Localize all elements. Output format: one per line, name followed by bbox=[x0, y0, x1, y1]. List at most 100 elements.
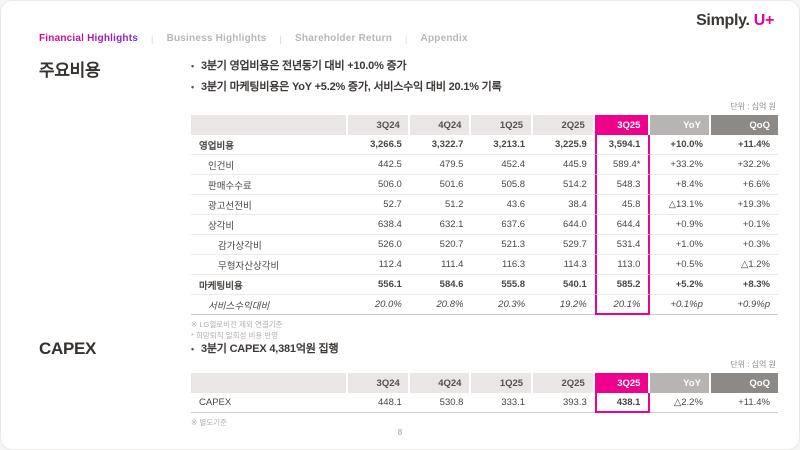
col-header-3q25-highlight: 3Q25 bbox=[595, 115, 651, 135]
cell: 555.8 bbox=[471, 275, 533, 295]
row-label: 상각비 bbox=[191, 215, 348, 235]
row-label: 광고선전비 bbox=[191, 195, 348, 215]
row-label: 인건비 bbox=[191, 155, 348, 175]
cell-yoy: +10.0% bbox=[650, 135, 710, 155]
col-header-3q25-highlight: 3Q25 bbox=[595, 373, 651, 393]
col-header-2q25: 2Q25 bbox=[533, 373, 595, 393]
cell: 445.9 bbox=[533, 155, 595, 175]
capex-table: 3Q24 4Q24 1Q25 2Q25 3Q25 YoY QoQ CAPEX 4… bbox=[191, 373, 778, 413]
table-row-capex: CAPEX 448.1 530.8 333.1 393.3 438.1 △2.2… bbox=[191, 393, 778, 413]
cell-highlight: 585.2 bbox=[595, 275, 651, 295]
nav-appendix[interactable]: Appendix bbox=[421, 33, 468, 44]
unit-label: 단위 : 십억 원 bbox=[191, 101, 776, 112]
cell: 521.3 bbox=[471, 235, 533, 255]
cell-qoq: +0.1% bbox=[711, 215, 778, 235]
col-header-4q24: 4Q24 bbox=[410, 373, 472, 393]
cell: 3,225.9 bbox=[533, 135, 595, 155]
bullet-text: 3분기 CAPEX 4,381억원 집행 bbox=[201, 341, 338, 358]
cell-qoq: +19.3% bbox=[711, 195, 778, 215]
col-header-yoy: YoY bbox=[650, 115, 710, 135]
unit-label: 단위 : 십억 원 bbox=[191, 359, 776, 370]
capex-table-header-row: 3Q24 4Q24 1Q25 2Q25 3Q25 YoY QoQ bbox=[191, 373, 778, 393]
footnote: ※ 별도기준 bbox=[191, 417, 778, 428]
col-header-3q24: 3Q24 bbox=[348, 373, 410, 393]
cell: 452.4 bbox=[471, 155, 533, 175]
cell: 19.2% bbox=[533, 295, 595, 315]
cell-yoy: +0.5% bbox=[650, 255, 710, 275]
cell: 644.0 bbox=[533, 215, 595, 235]
cell: 3,322.7 bbox=[410, 135, 472, 155]
capex-footnotes: ※ 별도기준 bbox=[191, 417, 778, 428]
table-row-operating-expenses: 영업비용 3,266.5 3,322.7 3,213.1 3,225.9 3,5… bbox=[191, 135, 778, 155]
cell: 638.4 bbox=[348, 215, 410, 235]
cell-yoy: +8.4% bbox=[650, 175, 710, 195]
cell: 501.6 bbox=[410, 175, 472, 195]
nav-separator: | bbox=[405, 34, 408, 44]
cell-highlight: 45.8 bbox=[595, 195, 651, 215]
cell: 51.2 bbox=[410, 195, 472, 215]
cell: 393.3 bbox=[533, 393, 595, 413]
cell: 520.7 bbox=[410, 235, 472, 255]
table-row-labor-cost: 인건비 442.5 479.5 452.4 445.9 589.4* +33.2… bbox=[191, 155, 778, 175]
cell: 52.7 bbox=[348, 195, 410, 215]
cell: 111.4 bbox=[410, 255, 472, 275]
cell: 20.0% bbox=[348, 295, 410, 315]
cell: 526.0 bbox=[348, 235, 410, 255]
table-row-advertising: 광고선전비 52.7 51.2 43.6 38.4 45.8 △13.1% +1… bbox=[191, 195, 778, 215]
cell: 442.5 bbox=[348, 155, 410, 175]
nav-business-highlights[interactable]: Business Highlights bbox=[167, 33, 267, 44]
capex-section: • 3분기 CAPEX 4,381억원 집행 단위 : 십억 원 3Q24 4Q… bbox=[191, 341, 778, 428]
slide: Financial Highlights | Business Highligh… bbox=[0, 0, 800, 450]
cell-highlight: 113.0 bbox=[595, 255, 651, 275]
cell: 529.7 bbox=[533, 235, 595, 255]
row-label: CAPEX bbox=[191, 393, 348, 413]
cell: 333.1 bbox=[471, 393, 533, 413]
col-header-empty bbox=[191, 115, 348, 135]
row-label: 영업비용 bbox=[191, 135, 348, 155]
row-label: 서비스수익대비 bbox=[191, 295, 348, 315]
row-label: 마케팅비용 bbox=[191, 275, 348, 295]
cell: 505.8 bbox=[471, 175, 533, 195]
row-label: 감가상각비 bbox=[191, 235, 348, 255]
bullet-line: • 3분기 영업비용은 전년동기 대비 +10.0% 증가 bbox=[191, 56, 778, 77]
cell-highlight: 20.1% bbox=[595, 295, 651, 315]
footnote: ※ LG헬로비전 제외 연결기준 bbox=[191, 319, 778, 330]
nav-financial-highlights[interactable]: Financial Highlights bbox=[39, 33, 138, 44]
col-header-3q24: 3Q24 bbox=[348, 115, 410, 135]
col-header-yoy: YoY bbox=[650, 373, 710, 393]
bullet-text: 3분기 영업비용은 전년동기 대비 +10.0% 증가 bbox=[201, 56, 406, 77]
footnote: * 희망퇴직 일회성 비용 반영 bbox=[191, 330, 778, 341]
col-header-empty bbox=[191, 373, 348, 393]
cell: 43.6 bbox=[471, 195, 533, 215]
cell: 514.2 bbox=[533, 175, 595, 195]
cell: 632.1 bbox=[410, 215, 472, 235]
cost-table: 3Q24 4Q24 1Q25 2Q25 3Q25 YoY QoQ 영업비용 3,… bbox=[191, 115, 778, 315]
logo-word: Simply. bbox=[696, 12, 750, 29]
cell-highlight: 531.4 bbox=[595, 235, 651, 255]
table-row-intangible-amortization: 무형자산상각비 112.4 111.4 116.3 114.3 113.0 +0… bbox=[191, 255, 778, 275]
brand-logo: Simply.U+ bbox=[696, 12, 774, 30]
cell-highlight: 548.3 bbox=[595, 175, 651, 195]
nav-separator: | bbox=[280, 34, 283, 44]
section-title-costs: 주요비용 bbox=[39, 56, 100, 81]
bullet-line: • 3분기 마케팅비용은 YoY +5.2% 증가, 서비스수익 대비 20.1… bbox=[191, 77, 778, 98]
bullet-icon: • bbox=[191, 56, 194, 77]
cost-table-header-row: 3Q24 4Q24 1Q25 2Q25 3Q25 YoY QoQ bbox=[191, 115, 778, 135]
cell: 540.1 bbox=[533, 275, 595, 295]
cell-qoq: +8.3% bbox=[711, 275, 778, 295]
nav-separator: | bbox=[151, 34, 154, 44]
table-row-service-revenue-ratio: 서비스수익대비 20.0% 20.8% 20.3% 19.2% 20.1% +0… bbox=[191, 295, 778, 315]
cell-qoq: +11.4% bbox=[711, 393, 778, 413]
cell-qoq: +0.3% bbox=[711, 235, 778, 255]
cost-bullets: • 3분기 영업비용은 전년동기 대비 +10.0% 증가 • 3분기 마케팅비… bbox=[191, 56, 778, 98]
cell: 38.4 bbox=[533, 195, 595, 215]
cell: 448.1 bbox=[348, 393, 410, 413]
cell-qoq: +0.9%p bbox=[711, 295, 778, 315]
cell: 556.1 bbox=[348, 275, 410, 295]
cell-yoy: +1.0% bbox=[650, 235, 710, 255]
logo-accent: U+ bbox=[754, 12, 774, 29]
cell: 3,213.1 bbox=[471, 135, 533, 155]
nav-shareholder-return[interactable]: Shareholder Return bbox=[295, 33, 392, 44]
cost-footnotes: ※ LG헬로비전 제외 연결기준 * 희망퇴직 일회성 비용 반영 bbox=[191, 319, 778, 341]
cell-yoy: +0.9% bbox=[650, 215, 710, 235]
